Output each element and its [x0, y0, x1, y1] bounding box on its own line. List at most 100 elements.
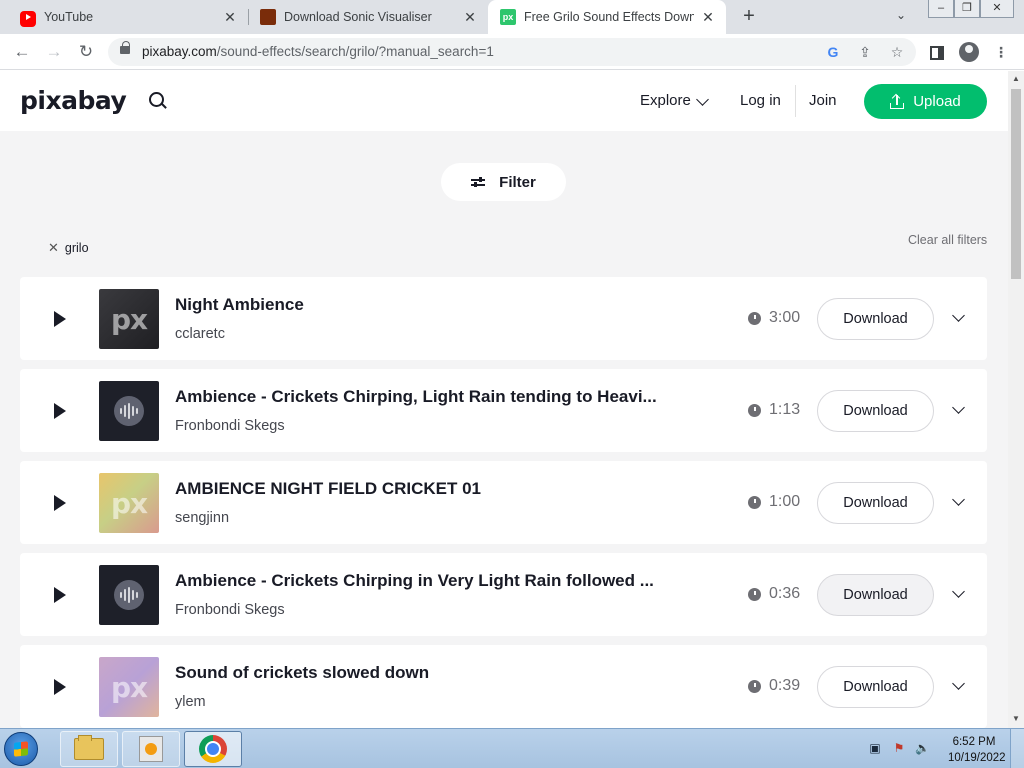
url-path: /sound-effects/search/grilo/?manual_sear…	[216, 44, 494, 59]
download-button[interactable]: Download	[817, 390, 934, 432]
clear-all-filters-link[interactable]: Clear all filters	[908, 233, 987, 247]
track-thumbnail: px	[99, 473, 159, 533]
result-row[interactable]: px Night Ambience cclaretc 3:00 Download	[20, 277, 987, 360]
tab-pixabay[interactable]: px Free Grilo Sound Effects Downlo ✕	[488, 0, 726, 34]
track-thumbnail	[99, 381, 159, 441]
chevron-down-icon[interactable]	[952, 585, 965, 598]
share-icon[interactable]: ⇪	[856, 43, 874, 61]
upload-label: Upload	[913, 93, 961, 110]
filter-button[interactable]: Filter	[441, 163, 566, 201]
page-scrollbar[interactable]: ▲ ▼	[1008, 71, 1024, 728]
scroll-up-arrow-icon[interactable]: ▲	[1012, 74, 1020, 83]
close-icon[interactable]: ✕	[222, 9, 238, 25]
clock-icon	[748, 680, 761, 693]
track-title[interactable]: Ambience - Crickets Chirping in Very Lig…	[175, 571, 654, 591]
filter-label: Filter	[499, 173, 536, 191]
close-icon[interactable]: ✕	[462, 9, 478, 25]
chevron-down-icon[interactable]	[952, 309, 965, 322]
close-icon[interactable]: ✕	[700, 9, 716, 25]
download-button[interactable]: Download	[817, 482, 934, 524]
side-panel-icon[interactable]	[926, 41, 948, 63]
reload-icon[interactable]: ↻	[76, 42, 96, 62]
folder-icon	[74, 735, 104, 760]
track-author[interactable]: sengjinn	[175, 510, 229, 526]
scroll-down-arrow-icon[interactable]: ▼	[1012, 714, 1020, 723]
minimize-button[interactable]: –	[928, 0, 954, 18]
result-row[interactable]: px Sound of crickets slowed down ylem 0:…	[20, 645, 987, 728]
upload-button[interactable]: Upload	[864, 84, 987, 119]
google-lens-icon[interactable]: G	[824, 43, 842, 61]
join-link[interactable]: Join	[809, 92, 837, 109]
bookmark-star-icon[interactable]: ☆	[888, 43, 906, 61]
tab-search-chevron-icon[interactable]: ⌄	[896, 8, 906, 22]
search-icon[interactable]	[148, 91, 168, 111]
action-center-icon[interactable]: ⚑	[892, 741, 906, 755]
play-icon[interactable]	[54, 311, 66, 327]
track-thumbnail: px	[99, 657, 159, 717]
system-clock[interactable]: 6:52 PM 10/19/2022	[948, 734, 1006, 766]
clock-icon	[748, 588, 761, 601]
media-player-taskbar-button[interactable]	[122, 731, 180, 767]
show-desktop-button[interactable]	[1010, 729, 1024, 768]
track-duration: 0:39	[769, 677, 801, 694]
forward-arrow-icon[interactable]: →	[44, 42, 64, 62]
pixabay-icon: px	[500, 9, 516, 25]
track-duration: 1:13	[769, 401, 801, 418]
login-link[interactable]: Log in	[740, 92, 781, 109]
tab-sonic-visualiser[interactable]: Download Sonic Visualiser ✕	[248, 0, 488, 34]
track-title[interactable]: Sound of crickets slowed down	[175, 663, 429, 683]
lock-icon[interactable]	[120, 41, 130, 54]
new-tab-button[interactable]: +	[738, 6, 760, 28]
explore-menu[interactable]: Explore	[640, 92, 691, 109]
scrollbar-thumb[interactable]	[1011, 89, 1021, 279]
volume-icon[interactable]: 🔈	[915, 741, 930, 755]
track-duration: 3:00	[769, 309, 801, 326]
search-tag-chip[interactable]: ✕ grilo	[48, 240, 89, 256]
remove-tag-icon[interactable]: ✕	[48, 240, 59, 256]
search-tag-label: grilo	[64, 241, 89, 255]
download-button[interactable]: Download	[817, 666, 934, 708]
track-title[interactable]: Night Ambience	[175, 295, 304, 315]
chevron-down-icon[interactable]	[952, 493, 965, 506]
explorer-taskbar-button[interactable]	[60, 731, 118, 767]
window-close-button[interactable]: ✕	[980, 0, 1014, 18]
chrome-taskbar-button[interactable]	[184, 731, 242, 767]
play-icon[interactable]	[54, 495, 66, 511]
chevron-down-icon[interactable]	[952, 677, 965, 690]
browser-toolbar: ← → ↻ pixabay.com/sound-effects/search/g…	[0, 34, 1024, 70]
download-button[interactable]: Download	[817, 574, 934, 616]
back-arrow-icon[interactable]: ←	[12, 42, 32, 62]
track-title[interactable]: AMBIENCE NIGHT FIELD CRICKET 01	[175, 479, 481, 499]
url-host: pixabay.com	[142, 44, 217, 59]
start-button[interactable]	[4, 732, 38, 766]
site-header: pixabay Explore Log in Join Upload	[0, 71, 1008, 131]
menu-kebab-icon[interactable]: ⋮	[990, 41, 1012, 63]
track-thumbnail	[99, 565, 159, 625]
play-icon[interactable]	[54, 587, 66, 603]
play-icon[interactable]	[54, 403, 66, 419]
result-row[interactable]: px AMBIENCE NIGHT FIELD CRICKET 01 sengj…	[20, 461, 987, 544]
track-duration: 1:00	[769, 493, 801, 510]
clock-icon	[748, 404, 761, 417]
tab-youtube[interactable]: YouTube ✕	[8, 0, 248, 34]
play-icon[interactable]	[54, 679, 66, 695]
track-title[interactable]: Ambience - Crickets Chirping, Light Rain…	[175, 387, 657, 407]
track-author[interactable]: Fronbondi Skegs	[175, 602, 285, 618]
track-author[interactable]: cclaretc	[175, 326, 225, 342]
url-text[interactable]: pixabay.com/sound-effects/search/grilo/?…	[142, 44, 494, 59]
track-author[interactable]: ylem	[175, 694, 206, 710]
network-icon[interactable]: ▣	[868, 741, 882, 755]
track-author[interactable]: Fronbondi Skegs	[175, 418, 285, 434]
profile-icon[interactable]	[958, 41, 980, 63]
clock-icon	[748, 312, 761, 325]
clock-time: 6:52 PM	[952, 736, 996, 748]
address-bar[interactable]: pixabay.com/sound-effects/search/grilo/?…	[108, 38, 916, 66]
track-thumbnail: px	[99, 289, 159, 349]
chevron-down-icon[interactable]	[696, 93, 709, 106]
result-row[interactable]: Ambience - Crickets Chirping, Light Rain…	[20, 369, 987, 452]
pixabay-logo[interactable]: pixabay	[20, 86, 127, 115]
result-row[interactable]: Ambience - Crickets Chirping in Very Lig…	[20, 553, 987, 636]
restore-button[interactable]: ❐	[954, 0, 980, 18]
chevron-down-icon[interactable]	[952, 401, 965, 414]
download-button[interactable]: Download	[817, 298, 934, 340]
